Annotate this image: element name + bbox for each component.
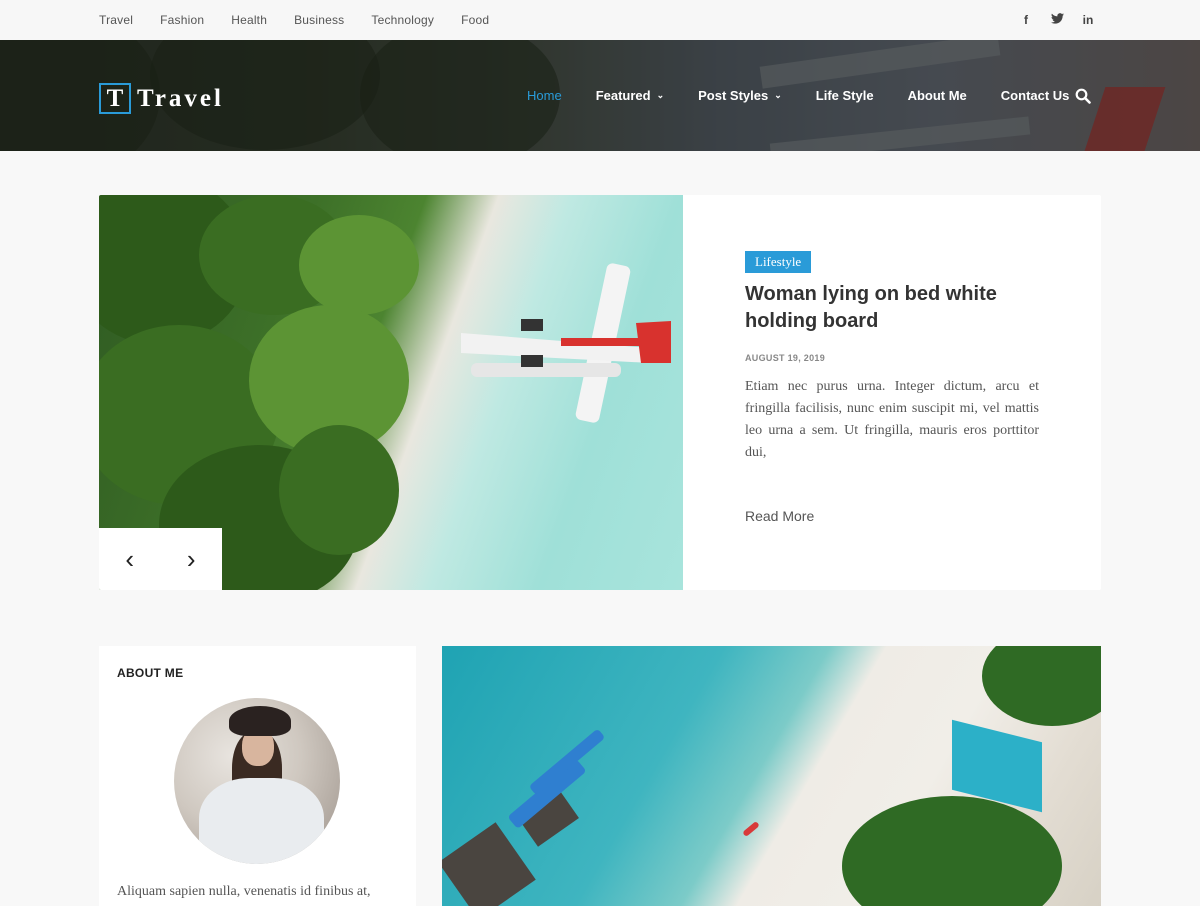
slider-prev-button[interactable]: ‹	[125, 546, 134, 572]
top-link-health[interactable]: Health	[231, 13, 267, 27]
featured-post-slider: ‹ › Lifestyle Woman lying on bed white h…	[99, 195, 1101, 590]
top-category-nav: Travel Fashion Health Business Technolog…	[99, 0, 516, 40]
avatar	[174, 698, 340, 864]
main-nav: Home Featured ⌄ Post Styles ⌄ Life Style A…	[527, 40, 1103, 151]
slider-controls: ‹ ›	[99, 528, 222, 590]
post-excerpt: Etiam nec purus urna. Integer dictum, ar…	[745, 379, 1039, 460]
nav-item-about-me[interactable]: About Me	[908, 88, 967, 103]
avatar-hat	[229, 706, 291, 736]
facebook-icon[interactable]: f	[1020, 13, 1032, 27]
nav-item-contact-us[interactable]: Contact Us	[1001, 88, 1070, 103]
chevron-down-icon: ⌄	[774, 90, 782, 100]
seaplane-graphic	[461, 263, 671, 423]
nav-item-home[interactable]: Home	[527, 88, 562, 103]
top-link-business[interactable]: Business	[294, 13, 344, 27]
logo-text: Travel	[137, 84, 224, 112]
twitter-bird-glyph	[1051, 13, 1064, 24]
top-link-food[interactable]: Food	[461, 13, 489, 27]
site-logo[interactable]: T Travel	[99, 83, 224, 114]
nav-item-post-styles[interactable]: Post Styles ⌄	[698, 88, 782, 103]
search-glyph	[1075, 88, 1091, 104]
top-link-fashion[interactable]: Fashion	[160, 13, 204, 27]
avatar-shirt	[199, 778, 324, 864]
social-links: f in	[1020, 0, 1094, 40]
linkedin-icon[interactable]: in	[1082, 13, 1094, 27]
nav-item-featured[interactable]: Featured ⌄	[596, 88, 664, 103]
about-text: Aliquam sapien nulla, venenatis id finib…	[117, 884, 371, 899]
widget-title: ABOUT ME	[117, 666, 184, 680]
image-dock	[442, 822, 536, 906]
logo-mark: T	[99, 83, 131, 114]
slider-next-button[interactable]: ›	[187, 546, 196, 572]
top-link-travel[interactable]: Travel	[99, 13, 133, 27]
image-palm-tree	[982, 646, 1101, 726]
image-palm-tree	[279, 425, 399, 555]
image-palm-tree	[842, 796, 1062, 906]
nav-label: Contact Us	[1000, 88, 1070, 103]
featured-post-body: Lifestyle Woman lying on bed white holdi…	[745, 251, 1039, 526]
category-badge[interactable]: Lifestyle	[745, 251, 812, 273]
twitter-icon[interactable]	[1051, 13, 1064, 27]
chevron-down-icon: ⌄	[656, 90, 665, 100]
image-kayak	[742, 820, 760, 838]
top-bar: Travel Fashion Health Business Technolog…	[0, 0, 1200, 40]
read-more-link[interactable]: Read More	[745, 508, 814, 524]
nav-label: Life Style	[815, 88, 874, 103]
top-link-technology[interactable]: Technology	[371, 13, 434, 27]
nav-label: Post Styles	[698, 88, 769, 103]
post-date: AUGUST 19, 2019	[745, 353, 826, 363]
post-title[interactable]: Woman lying on bed white holding board	[745, 281, 1039, 335]
nav-label: Home	[527, 88, 562, 103]
search-icon[interactable]	[1075, 88, 1091, 104]
nav-label: Featured	[595, 88, 651, 103]
nav-item-life-style[interactable]: Life Style	[816, 88, 874, 103]
image-palm-tree	[299, 215, 419, 315]
about-me-widget: ABOUT ME Aliquam sapien nulla, venenatis…	[99, 646, 416, 906]
post-image-beach-resort[interactable]	[442, 646, 1101, 906]
nav-label: About Me	[907, 88, 967, 103]
